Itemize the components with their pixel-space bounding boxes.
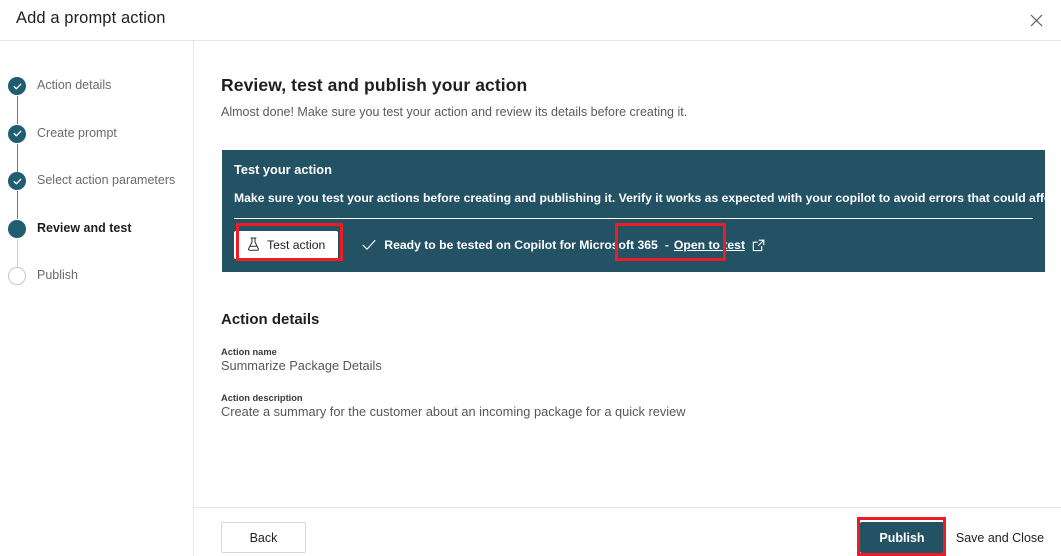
step-label: Create prompt bbox=[37, 124, 117, 143]
step-status-done-icon bbox=[8, 125, 26, 143]
test-your-action-panel: Test your action Make sure you test your… bbox=[222, 150, 1045, 272]
open-to-test-link[interactable]: Open to test bbox=[674, 238, 745, 252]
step-connector bbox=[17, 191, 18, 219]
step-marker bbox=[8, 77, 26, 95]
page-subtitle: Almost done! Make sure you test your act… bbox=[221, 105, 687, 119]
page-title: Review, test and publish your action bbox=[221, 75, 527, 96]
step-rail: Action details Create prompt bbox=[0, 41, 194, 556]
step-status-current-icon bbox=[8, 220, 26, 238]
step-marker bbox=[8, 220, 26, 238]
step-status-done-icon bbox=[8, 172, 26, 190]
test-action-button[interactable]: Test action bbox=[234, 231, 338, 259]
action-description-label: Action description bbox=[221, 393, 303, 403]
step-label: Select action parameters bbox=[37, 171, 175, 190]
test-panel-action-row: Test action Ready to be tested on Copilo… bbox=[234, 231, 765, 259]
step-status-pending-icon bbox=[8, 267, 26, 285]
test-status-text: Ready to be tested on Copilot for Micros… bbox=[384, 238, 658, 252]
step-marker bbox=[8, 267, 26, 285]
step-item-select-action-parameters[interactable]: Select action parameters bbox=[8, 171, 194, 219]
dialog-header: Add a prompt action bbox=[0, 0, 1061, 41]
main-content: Review, test and publish your action Alm… bbox=[194, 41, 1061, 507]
step-label: Publish bbox=[37, 266, 78, 285]
test-panel-divider bbox=[234, 218, 1033, 219]
publish-button[interactable]: Publish bbox=[860, 522, 944, 553]
close-button[interactable] bbox=[1019, 3, 1053, 37]
open-in-new-icon[interactable] bbox=[752, 239, 765, 252]
action-details-heading: Action details bbox=[221, 311, 319, 328]
step-item-action-details[interactable]: Action details bbox=[8, 76, 194, 124]
action-description-value: Create a summary for the customer about … bbox=[221, 404, 685, 419]
action-name-label: Action name bbox=[221, 347, 277, 357]
step-marker bbox=[8, 172, 26, 190]
step-label: Review and test bbox=[37, 219, 131, 238]
back-button[interactable]: Back bbox=[221, 522, 306, 553]
test-panel-description: Make sure you test your actions before c… bbox=[234, 191, 1061, 205]
step-connector bbox=[17, 96, 18, 124]
action-name-value: Summarize Package Details bbox=[221, 358, 382, 373]
test-panel-title: Test your action bbox=[234, 162, 332, 177]
step-item-review-and-test[interactable]: Review and test bbox=[8, 219, 194, 267]
step-item-create-prompt[interactable]: Create prompt bbox=[8, 124, 194, 172]
test-status-separator: - bbox=[665, 238, 669, 252]
dialog-footer: Back Publish Save and Close bbox=[194, 507, 1061, 556]
step-marker bbox=[8, 125, 26, 143]
save-and-close-button[interactable]: Save and Close bbox=[948, 522, 1052, 553]
flask-icon bbox=[247, 237, 260, 254]
step-label: Action details bbox=[37, 76, 111, 95]
step-item-publish[interactable]: Publish bbox=[8, 266, 194, 288]
step-list: Action details Create prompt bbox=[8, 76, 194, 288]
step-connector bbox=[17, 144, 18, 172]
step-status-done-icon bbox=[8, 77, 26, 95]
step-connector bbox=[17, 239, 18, 267]
close-icon bbox=[1030, 14, 1043, 27]
dialog-title: Add a prompt action bbox=[16, 9, 166, 28]
checkmark-icon bbox=[362, 239, 376, 251]
test-action-button-label: Test action bbox=[267, 238, 325, 252]
